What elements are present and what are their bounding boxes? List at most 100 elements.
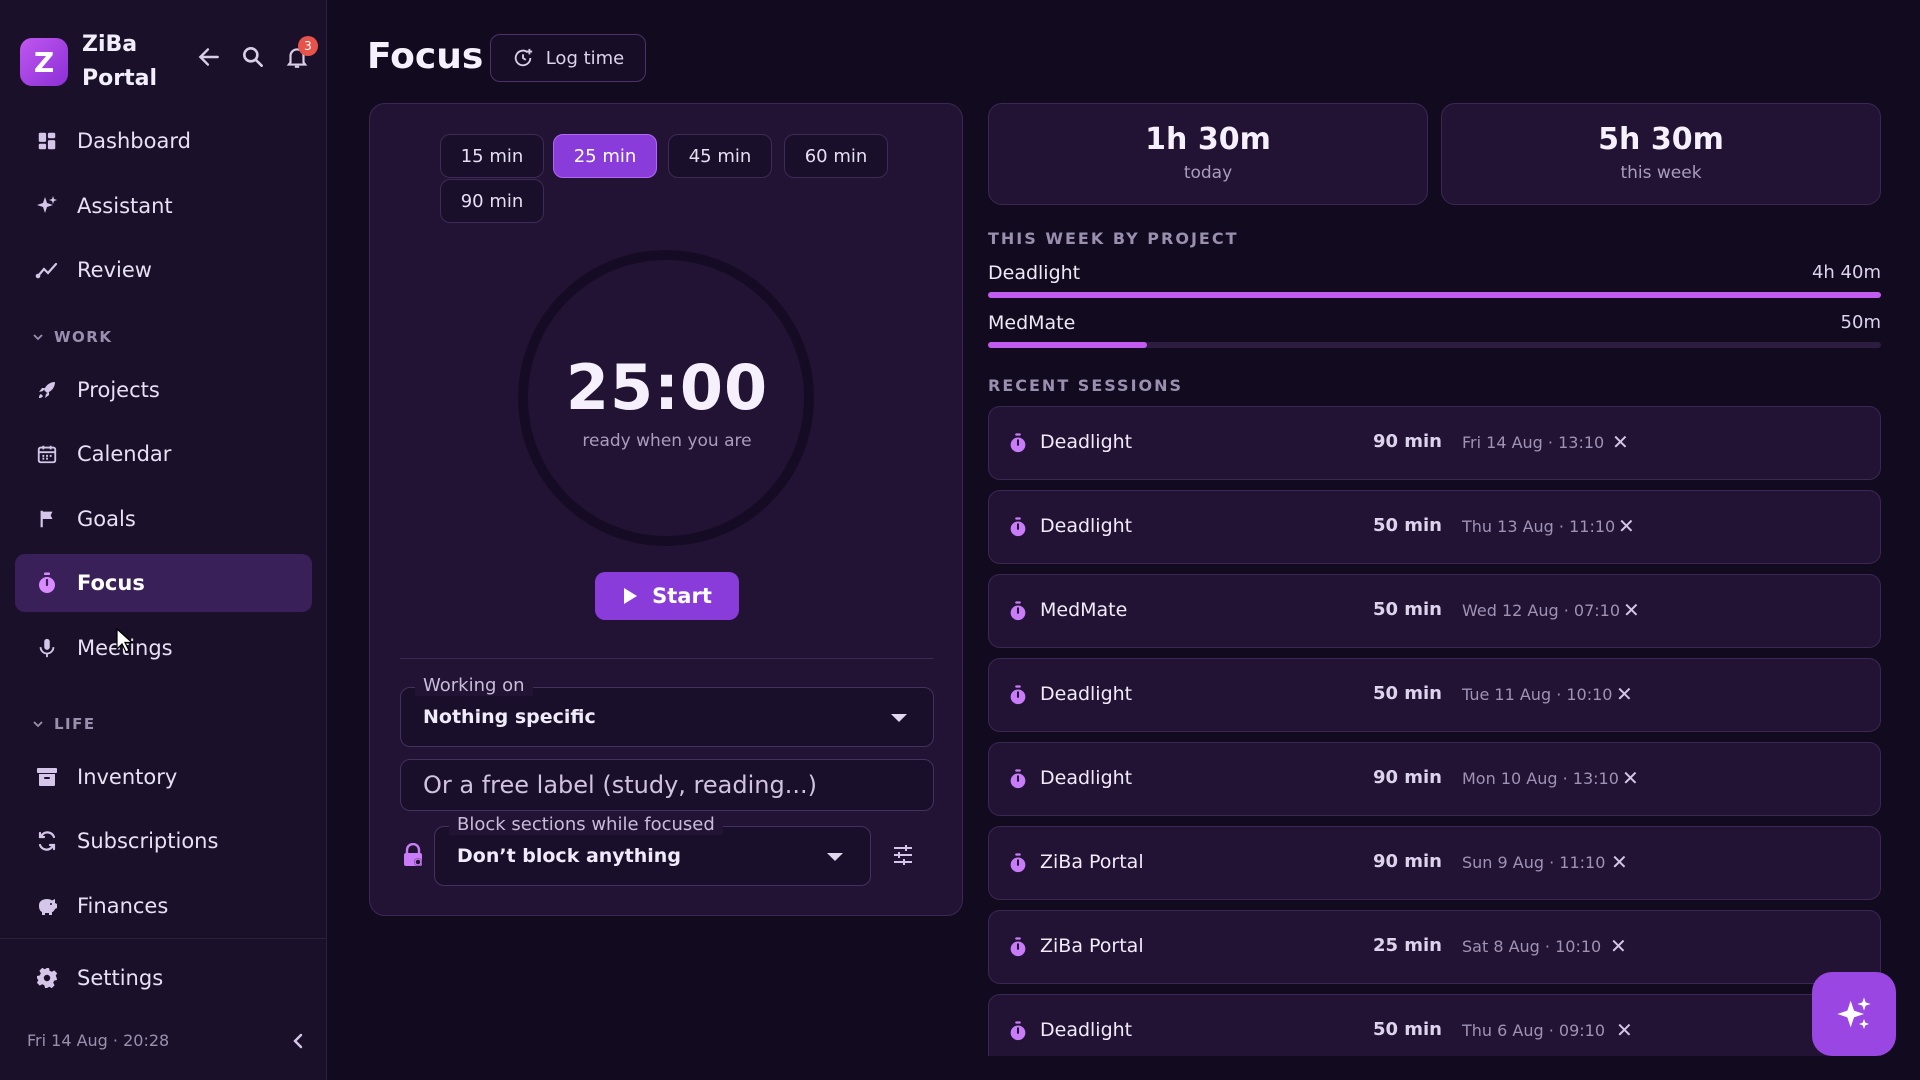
assistant-fab-button[interactable] (1812, 972, 1896, 1056)
working-on-value: Nothing specific (423, 706, 596, 728)
page-title: Focus (367, 36, 484, 77)
session-project: Deadlight (1040, 767, 1133, 789)
stopwatch-icon (1007, 768, 1029, 790)
session-duration: 50 min (1372, 599, 1442, 620)
stopwatch-icon (1007, 684, 1029, 706)
sidebar-item-calendar[interactable]: Calendar (15, 425, 312, 483)
sidebar-item-label: Goals (77, 507, 136, 531)
block-sections-select[interactable]: Block sections while focused Don’t block… (434, 814, 871, 886)
session-date: Sat 8 Aug · 10:10 (1462, 937, 1602, 956)
session-project: Deadlight (1040, 683, 1133, 705)
dashboard-icon (35, 129, 59, 153)
recent-sessions-list: Deadlight 90 min Fri 14 Aug · 13:10 ✕ De… (988, 406, 1881, 1056)
chevron-left-icon (293, 1033, 303, 1049)
sidebar-item-settings[interactable]: Settings (15, 949, 312, 1007)
back-arrow-icon[interactable] (196, 44, 222, 70)
sliders-icon[interactable] (892, 844, 914, 866)
working-on-label: Working on (415, 675, 533, 696)
mouse-cursor (116, 628, 134, 653)
sidebar-item-finances[interactable]: Finances (15, 877, 312, 935)
duration-option-25[interactable]: 25 min (553, 134, 657, 178)
start-button[interactable]: Start (595, 572, 739, 620)
chevron-down-icon (33, 721, 43, 728)
sidebar-item-review[interactable]: Review (15, 241, 312, 299)
sidebar: Z ZiBa Portal 3 Dashboard Assistant Revi… (0, 0, 327, 1080)
project-bar-track (988, 292, 1881, 298)
session-project: Deadlight (1040, 431, 1133, 453)
sidebar-item-subscriptions[interactable]: Subscriptions (15, 812, 312, 870)
stopwatch-icon (1007, 936, 1029, 958)
session-row: Deadlight 50 min Tue 11 Aug · 10:10 ✕ (988, 658, 1881, 732)
sidebar-item-goals[interactable]: Goals (15, 490, 312, 548)
sparkle-icon (35, 194, 59, 218)
sidebar-item-label: Projects (77, 378, 160, 402)
timer-display: 25:00 (565, 351, 769, 424)
sidebar-item-focus[interactable]: Focus (15, 554, 312, 612)
log-time-button[interactable]: Log time (490, 34, 646, 82)
bell-icon[interactable]: 3 (284, 36, 318, 70)
free-label-placeholder: Or a free label (study, reading...) (423, 771, 817, 799)
sidebar-item-inventory[interactable]: Inventory (15, 748, 312, 806)
app-window: Z ZiBa Portal 3 Dashboard Assistant Revi… (0, 0, 1920, 1080)
duration-option-45[interactable]: 45 min (668, 134, 772, 178)
delete-session-icon[interactable]: ✕ (1610, 934, 1627, 958)
session-row: Deadlight 50 min Thu 6 Aug · 09:10 ✕ (988, 994, 1881, 1056)
session-duration: 50 min (1372, 1019, 1442, 1040)
delete-session-icon[interactable]: ✕ (1616, 682, 1633, 706)
dropdown-caret-icon (827, 853, 843, 861)
sidebar-item-assistant[interactable]: Assistant (15, 177, 312, 235)
dropdown-caret-icon (891, 714, 907, 722)
chevron-down-icon (33, 334, 43, 341)
duration-option-60[interactable]: 60 min (784, 134, 888, 178)
archive-box-icon (35, 765, 59, 789)
section-life[interactable]: LIFE (32, 715, 96, 733)
delete-session-icon[interactable]: ✕ (1612, 430, 1629, 454)
project-name: MedMate (988, 312, 1076, 334)
delete-session-icon[interactable]: ✕ (1618, 514, 1635, 538)
delete-session-icon[interactable]: ✕ (1622, 766, 1639, 790)
session-duration: 90 min (1372, 431, 1442, 452)
duration-option-15[interactable]: 15 min (440, 134, 544, 178)
delete-session-icon[interactable]: ✕ (1611, 850, 1628, 874)
stopwatch-icon (1007, 1020, 1029, 1042)
project-bar-fill (988, 342, 1147, 348)
sidebar-top-actions: 3 (196, 36, 318, 70)
sessions-heading: RECENT SESSIONS (988, 376, 1184, 395)
duration-option-90[interactable]: 90 min (440, 179, 544, 223)
collapse-sidebar-button[interactable] (288, 1030, 308, 1052)
search-icon[interactable] (240, 44, 266, 70)
session-project: ZiBa Portal (1040, 935, 1144, 957)
section-work[interactable]: WORK (32, 328, 112, 346)
session-project: MedMate (1040, 599, 1128, 621)
sidebar-item-label: Calendar (77, 442, 172, 466)
session-project: Deadlight (1040, 515, 1133, 537)
sidebar-item-dashboard[interactable]: Dashboard (15, 112, 312, 170)
delete-session-icon[interactable]: ✕ (1623, 598, 1640, 622)
focus-timer-panel: 15 min 25 min 45 min 60 min 90 min 25:00… (369, 103, 963, 916)
session-duration: 90 min (1372, 767, 1442, 788)
project-time: 50m (1840, 312, 1881, 333)
project-bar-fill (988, 292, 1881, 298)
working-on-select[interactable]: Working on Nothing specific (400, 675, 934, 747)
sidebar-divider (0, 938, 327, 939)
session-row: ZiBa Portal 25 min Sat 8 Aug · 10:10 ✕ (988, 910, 1881, 984)
session-date: Wed 12 Aug · 07:10 (1462, 601, 1621, 620)
session-duration: 50 min (1372, 515, 1442, 536)
brand-name: ZiBa Portal (82, 32, 157, 91)
piggy-bank-icon (35, 894, 59, 918)
sidebar-item-projects[interactable]: Projects (15, 361, 312, 419)
stopwatch-icon (1007, 516, 1029, 538)
stat-week-label: this week (1620, 163, 1702, 183)
delete-session-icon[interactable]: ✕ (1616, 1018, 1633, 1042)
brand-logo: Z (20, 38, 68, 86)
stopwatch-icon (1007, 432, 1029, 454)
sidebar-item-label: Settings (77, 966, 164, 990)
project-time: 4h 40m (1811, 262, 1881, 283)
brand[interactable]: Z ZiBa Portal (20, 28, 162, 96)
sidebar-item-meetings[interactable]: Meetings (15, 619, 312, 677)
play-icon (624, 588, 638, 604)
session-date: Thu 6 Aug · 09:10 (1462, 1021, 1606, 1040)
block-sections-value: Don’t block anything (457, 845, 681, 867)
session-row: ZiBa Portal 90 min Sun 9 Aug · 11:10 ✕ (988, 826, 1881, 900)
free-label-input[interactable]: Or a free label (study, reading...) (400, 759, 934, 811)
